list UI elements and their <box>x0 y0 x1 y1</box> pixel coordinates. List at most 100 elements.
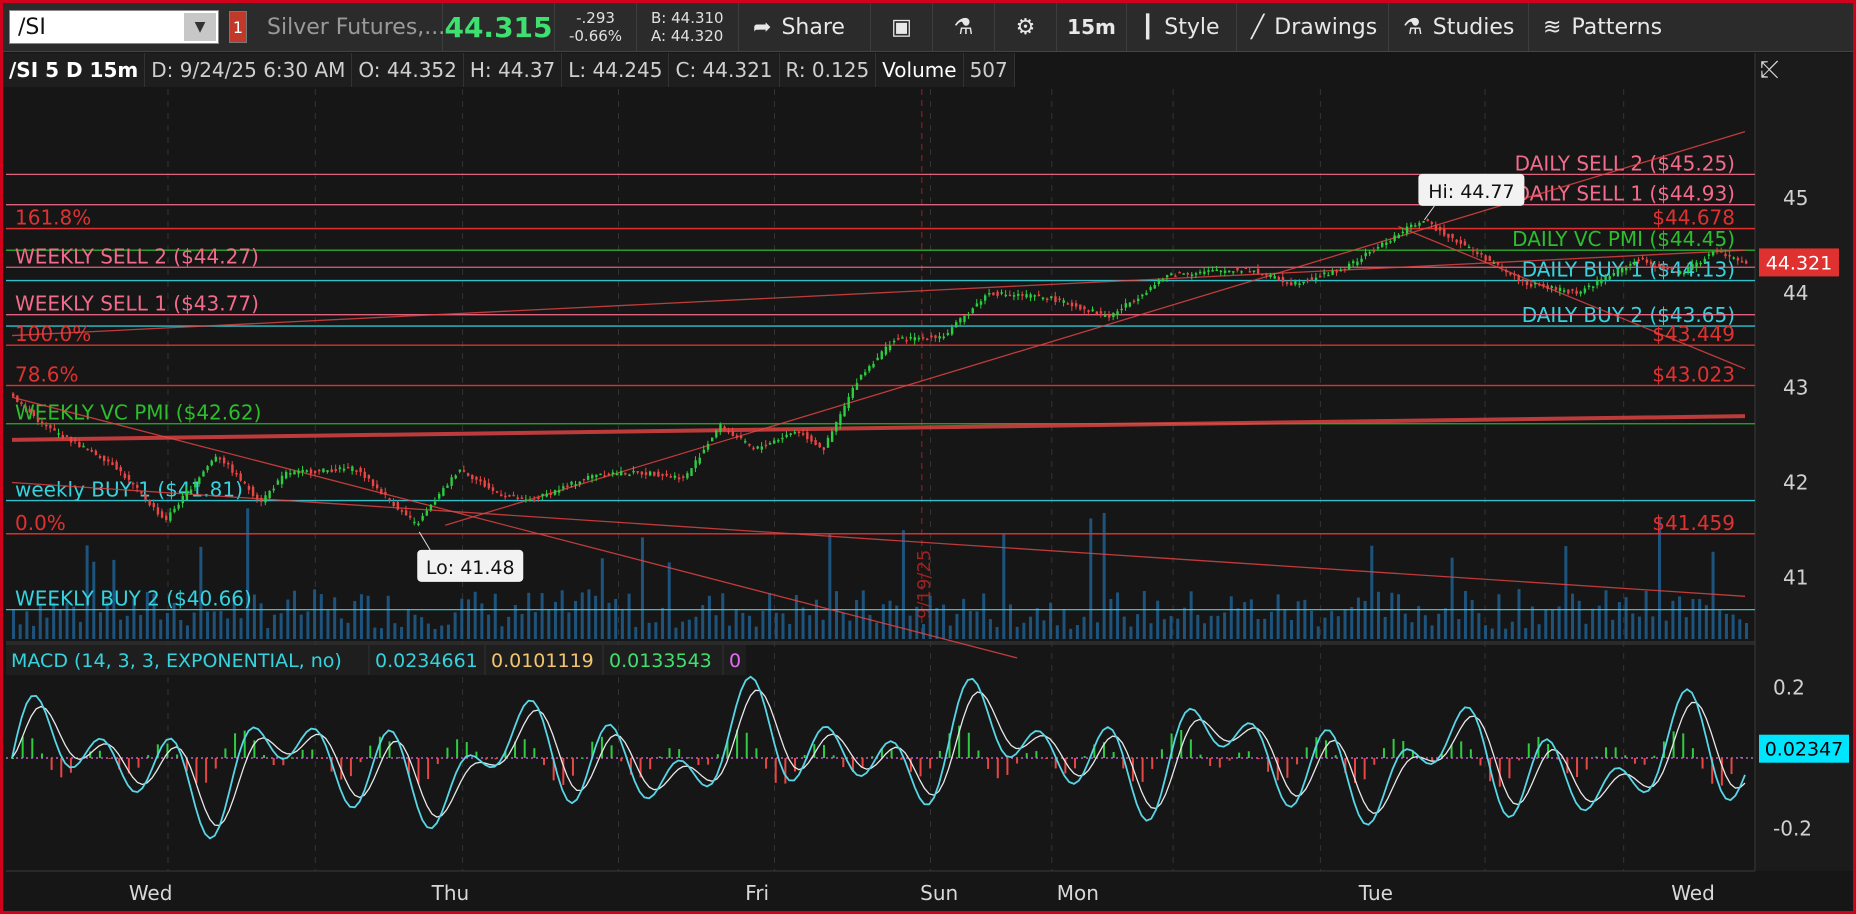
candle <box>1496 262 1500 265</box>
candle <box>553 490 557 495</box>
timeframe-button[interactable]: 15m <box>1057 3 1127 51</box>
drawings-button[interactable]: ╱ Drawings <box>1237 3 1389 51</box>
candle <box>868 366 871 371</box>
volume-bar <box>1577 600 1581 639</box>
candle <box>293 471 296 475</box>
candle <box>144 494 147 500</box>
candle <box>1393 235 1396 242</box>
symbol-dropdown-button[interactable]: ▼ <box>184 13 216 41</box>
candle <box>1306 279 1309 282</box>
volume-bar <box>828 534 832 639</box>
candle <box>624 472 627 475</box>
volume-bar <box>1269 611 1273 639</box>
candle <box>1600 279 1603 284</box>
candle <box>586 475 590 480</box>
style-button[interactable]: ┃ Style <box>1127 3 1237 51</box>
studies-button[interactable]: ⚗ Studies <box>1389 3 1529 51</box>
candle <box>1550 286 1554 289</box>
macd-histogram-bar <box>1730 758 1733 775</box>
volume-bar <box>955 613 959 639</box>
candle <box>661 474 664 476</box>
volume-bar <box>185 625 189 639</box>
candle <box>351 466 354 472</box>
candle <box>591 475 594 479</box>
volume-bar <box>968 611 972 639</box>
volume-bar <box>1356 597 1360 639</box>
symbol-input[interactable]: /SI ▼ <box>9 10 219 44</box>
chart-settings-button[interactable]: ▣ <box>871 3 933 51</box>
volume-bar <box>473 591 477 639</box>
candle <box>1372 250 1376 252</box>
macd-histogram-bar <box>1074 758 1077 769</box>
share-button[interactable]: ➦ Share <box>739 3 871 51</box>
studies-lab-button[interactable]: ⚗ <box>933 3 995 51</box>
macd-header-value: MACD (14, 3, 3, EXPONENTIAL, no) <box>11 650 342 672</box>
candle <box>1637 259 1640 262</box>
macd-histogram-bar <box>1691 748 1694 758</box>
macd-histogram-bar <box>243 730 246 758</box>
settings-button[interactable]: ⚙ <box>995 3 1057 51</box>
candle <box>946 333 950 335</box>
candle <box>1186 273 1190 275</box>
macd-histogram-bar <box>1653 755 1656 758</box>
volume-bar <box>1624 597 1628 639</box>
candle <box>1091 309 1094 312</box>
candle <box>1203 271 1206 274</box>
macd-histogram-bar <box>50 758 53 770</box>
volume-bar <box>1537 624 1541 639</box>
candle <box>251 486 255 496</box>
volume-bar <box>1617 602 1621 639</box>
candle <box>847 396 850 409</box>
candle <box>814 440 817 445</box>
candle <box>1331 270 1334 275</box>
bid-value: B: 44.310 <box>651 9 724 27</box>
volume-bar <box>1256 618 1260 639</box>
panel-divider[interactable] <box>6 641 1755 645</box>
candle <box>1046 298 1049 300</box>
cursor-icon[interactable]: ⤪ <box>1760 55 1779 83</box>
candle <box>1682 272 1686 275</box>
macd-histogram-bar <box>1508 758 1511 779</box>
candle <box>380 489 383 495</box>
candle <box>371 479 375 486</box>
candle <box>1447 233 1450 238</box>
volume-bar <box>1343 609 1347 639</box>
volume-bar <box>1504 628 1508 639</box>
macd-histogram-bar <box>784 758 787 784</box>
candle <box>632 470 635 473</box>
candle <box>541 493 544 497</box>
candle <box>1041 297 1045 300</box>
candle <box>491 487 495 491</box>
candle <box>280 475 284 485</box>
chart-panel-icon: ▣ <box>891 14 912 40</box>
volume-bar <box>1122 616 1126 639</box>
price-panel[interactable] <box>6 89 1755 639</box>
volume-bar <box>580 592 584 639</box>
alert-badge[interactable]: 1 <box>229 11 247 43</box>
chart-canvas[interactable]: 9/19/25DAILY SELL 2 ($45.25)DAILY SELL 1… <box>3 3 1853 911</box>
level-label: DAILY SELL 2 ($45.25) <box>1515 151 1735 175</box>
volume-bar <box>433 628 437 639</box>
candle <box>334 469 338 472</box>
macd-histogram-bar <box>1141 758 1144 782</box>
volume-bar <box>908 615 912 639</box>
patterns-button[interactable]: ≋ Patterns <box>1529 3 1679 51</box>
candle <box>1062 300 1065 303</box>
candle <box>1277 276 1281 280</box>
volume-bar <box>667 562 671 639</box>
volume-bar <box>1075 625 1079 639</box>
volume-bar <box>1477 613 1481 639</box>
candle <box>458 469 462 472</box>
candle <box>1008 294 1012 297</box>
volume-bar <box>1336 616 1340 639</box>
candle <box>78 442 81 448</box>
candle <box>475 476 478 480</box>
macd-histogram-bar <box>272 758 275 766</box>
candle <box>483 480 486 487</box>
candle <box>1252 270 1256 273</box>
volume-bar <box>1671 600 1675 639</box>
candle <box>165 515 168 520</box>
macd-histogram-bar <box>668 748 671 758</box>
volume-bar <box>1316 626 1320 639</box>
volume-bar <box>1363 600 1367 639</box>
